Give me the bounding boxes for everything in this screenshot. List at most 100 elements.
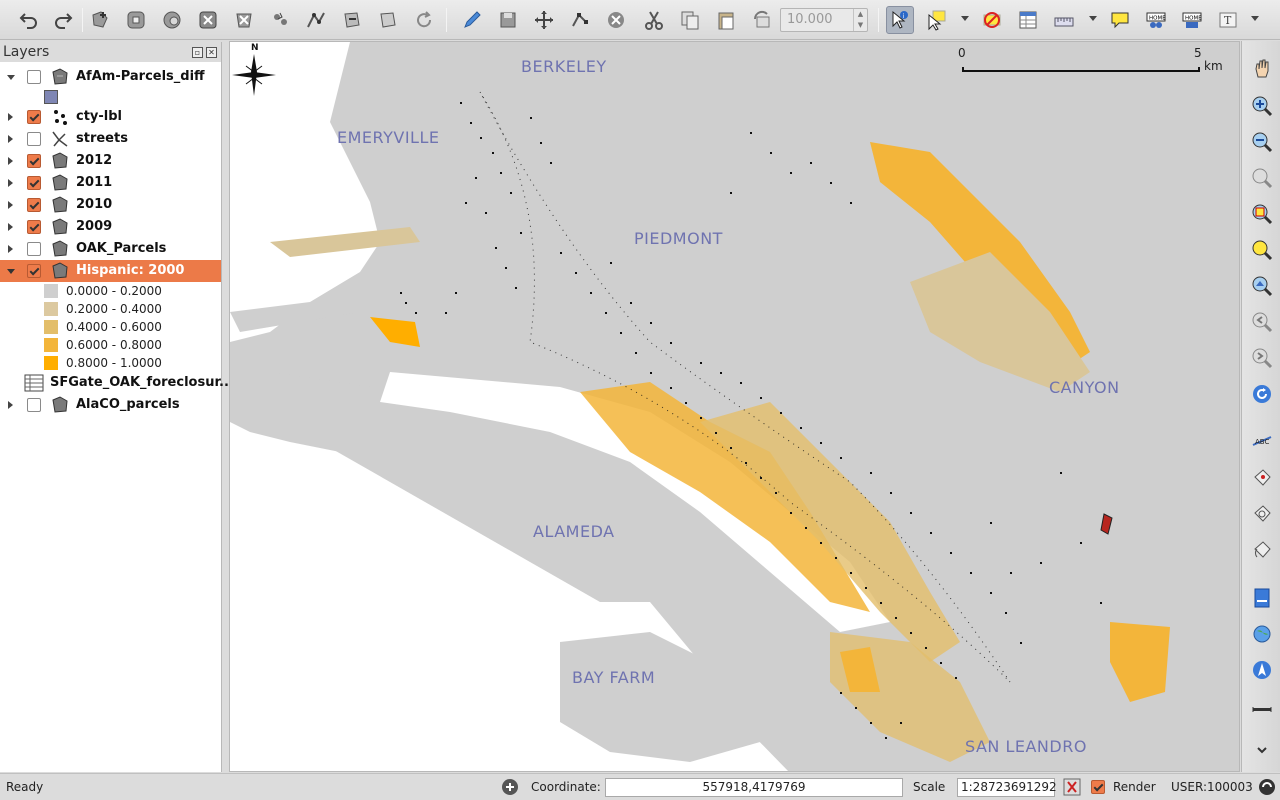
expand-icon[interactable] bbox=[8, 201, 13, 209]
measure-dropdown-icon[interactable] bbox=[1089, 16, 1097, 21]
layer-row-2009[interactable]: 2009 bbox=[0, 216, 221, 238]
identify-icon[interactable]: i bbox=[886, 6, 914, 34]
svg-text:T: T bbox=[1224, 14, 1232, 27]
rotate-point-icon[interactable] bbox=[410, 6, 438, 34]
rotate-feature-icon[interactable] bbox=[748, 6, 776, 34]
rotation-spinbox[interactable]: 10.000 ▲ ▼ bbox=[780, 8, 868, 32]
delete-ring-icon[interactable] bbox=[230, 6, 258, 34]
paste-features-icon[interactable] bbox=[712, 6, 740, 34]
zoom-out-icon[interactable] bbox=[1249, 129, 1275, 155]
stop-render-icon[interactable] bbox=[1063, 778, 1081, 796]
home-set-icon[interactable]: HOME bbox=[1178, 6, 1206, 34]
text-annotation-icon[interactable]: T bbox=[1214, 6, 1242, 34]
messages-icon[interactable] bbox=[1258, 778, 1276, 796]
cut-features-icon[interactable] bbox=[640, 6, 668, 34]
delete-selected-icon[interactable] bbox=[602, 6, 630, 34]
north-arrow-tool-icon[interactable] bbox=[1249, 657, 1275, 683]
scale-field[interactable]: 1:28723691292 bbox=[957, 778, 1057, 797]
spinbox-arrows[interactable]: ▲ ▼ bbox=[853, 9, 867, 31]
expand-icon[interactable] bbox=[7, 269, 15, 274]
scale-bar-end: 5 bbox=[1194, 46, 1202, 60]
layer-visibility-checkbox[interactable] bbox=[27, 70, 41, 84]
layer-row-cty-lbl[interactable]: cty-lbl bbox=[0, 106, 221, 128]
layer-visibility-checkbox[interactable] bbox=[27, 220, 41, 234]
layer-row-afam-parcels-diff[interactable]: AfAm-Parcels_diff bbox=[0, 66, 221, 88]
reshape-icon[interactable] bbox=[302, 6, 330, 34]
crs-status[interactable]: USER:100003 bbox=[1171, 780, 1253, 794]
expand-icon[interactable] bbox=[8, 245, 13, 253]
annotation-dropdown-icon[interactable] bbox=[1251, 16, 1259, 21]
home-icon[interactable]: HOME bbox=[1142, 6, 1170, 34]
layer-row-oak-parcels[interactable]: OAK_Parcels bbox=[0, 238, 221, 260]
layer-row-2010[interactable]: 2010 bbox=[0, 194, 221, 216]
scale-bar-icon[interactable] bbox=[1249, 697, 1275, 723]
edit-pencil-icon[interactable] bbox=[458, 6, 486, 34]
zoom-actual-icon[interactable] bbox=[1249, 273, 1275, 299]
map-canvas[interactable]: BERKELEY EMERYVILLE PIEDMONT CANYON ALAM… bbox=[229, 41, 1240, 772]
delete-part-icon[interactable] bbox=[266, 6, 294, 34]
add-feature-icon[interactable] bbox=[86, 6, 114, 34]
layer-visibility-checkbox[interactable] bbox=[27, 198, 41, 212]
map-tips-icon[interactable] bbox=[1106, 6, 1134, 34]
expand-icon[interactable] bbox=[8, 157, 13, 165]
zoom-in-icon[interactable] bbox=[1249, 93, 1275, 119]
toggle-extents-icon[interactable] bbox=[501, 778, 519, 796]
layer-visibility-checkbox[interactable] bbox=[27, 154, 41, 168]
add-part-icon[interactable] bbox=[158, 6, 186, 34]
copy-features-icon[interactable] bbox=[676, 6, 704, 34]
layer-visibility-checkbox[interactable] bbox=[27, 110, 41, 124]
measure-icon[interactable] bbox=[1050, 6, 1078, 34]
select-icon[interactable] bbox=[922, 6, 950, 34]
svg-text:HOME: HOME bbox=[1185, 16, 1202, 22]
layer-row-alaco-parcels[interactable]: AlaCO_parcels bbox=[0, 394, 221, 416]
zoom-to-layer-icon[interactable] bbox=[1249, 237, 1275, 263]
refresh-icon[interactable] bbox=[1249, 381, 1275, 407]
node-tool-icon[interactable] bbox=[566, 6, 594, 34]
redo-icon[interactable] bbox=[50, 6, 78, 34]
layer-row-sfgate-oak-foreclosures[interactable]: SFGate_OAK_foreclosur... bbox=[0, 372, 234, 394]
fill-ring-icon[interactable] bbox=[194, 6, 222, 34]
render-checkbox[interactable] bbox=[1091, 780, 1105, 794]
new-layer-icon[interactable] bbox=[1249, 585, 1275, 611]
zoom-next-icon[interactable] bbox=[1249, 345, 1275, 371]
close-panel-button[interactable]: ✕ bbox=[206, 46, 217, 58]
move-label-icon[interactable] bbox=[1249, 501, 1275, 527]
layer-row-streets[interactable]: streets bbox=[0, 128, 221, 150]
move-feature-icon[interactable] bbox=[530, 6, 558, 34]
expand-icon[interactable] bbox=[8, 113, 13, 121]
expand-icon[interactable] bbox=[8, 135, 13, 143]
toolbar-separator bbox=[446, 8, 447, 32]
deselect-icon[interactable] bbox=[978, 6, 1006, 34]
layer-visibility-checkbox[interactable] bbox=[27, 176, 41, 190]
coordinate-field[interactable]: 557918,4179769 bbox=[605, 778, 903, 797]
layer-visibility-checkbox[interactable] bbox=[27, 398, 41, 412]
pan-icon[interactable] bbox=[1249, 55, 1275, 81]
zoom-full-icon[interactable] bbox=[1249, 165, 1275, 191]
attribute-table-icon[interactable] bbox=[1014, 6, 1042, 34]
zoom-to-selection-icon[interactable] bbox=[1249, 201, 1275, 227]
globe-icon[interactable] bbox=[1249, 621, 1275, 647]
layer-row-2011[interactable]: 2011 bbox=[0, 172, 221, 194]
select-dropdown-icon[interactable] bbox=[961, 16, 969, 21]
expand-icon[interactable] bbox=[8, 223, 13, 231]
layer-row-hispanic-2000[interactable]: Hispanic: 2000 bbox=[0, 260, 221, 282]
layer-row-2012[interactable]: 2012 bbox=[0, 150, 221, 172]
pin-label-icon[interactable] bbox=[1249, 465, 1275, 491]
save-edits-icon[interactable] bbox=[494, 6, 522, 34]
zoom-last-icon[interactable] bbox=[1249, 309, 1275, 335]
add-ring-icon[interactable] bbox=[122, 6, 150, 34]
offset-curve-icon[interactable] bbox=[338, 6, 366, 34]
expand-icon[interactable] bbox=[8, 179, 13, 187]
layer-name: 2012 bbox=[76, 153, 113, 168]
layer-visibility-checkbox[interactable] bbox=[27, 264, 41, 278]
undo-icon[interactable] bbox=[14, 6, 42, 34]
expand-icon[interactable] bbox=[8, 401, 13, 409]
label-icon[interactable]: ABC bbox=[1249, 429, 1275, 455]
expand-icon[interactable] bbox=[7, 75, 15, 80]
layer-visibility-checkbox[interactable] bbox=[27, 132, 41, 146]
layer-visibility-checkbox[interactable] bbox=[27, 242, 41, 256]
float-panel-button[interactable]: ▫ bbox=[192, 46, 203, 58]
simplify-icon[interactable] bbox=[374, 6, 402, 34]
more-icon[interactable] bbox=[1249, 741, 1275, 761]
rotate-label-icon[interactable] bbox=[1249, 537, 1275, 563]
